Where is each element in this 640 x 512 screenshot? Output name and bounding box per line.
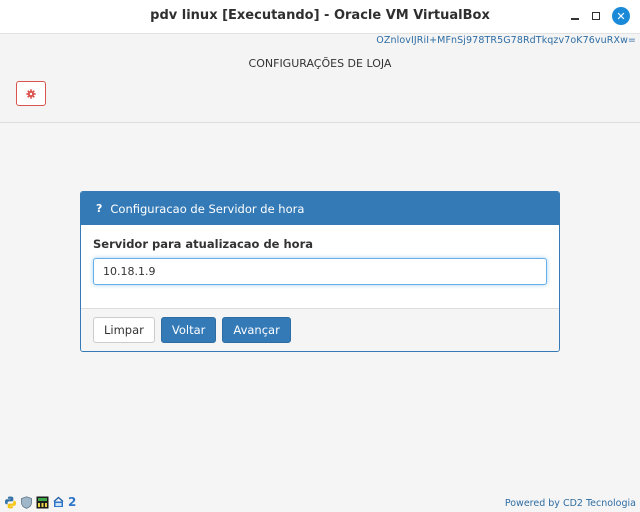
panel-heading: ? Configuracao de Servidor de hora bbox=[81, 192, 559, 225]
app-header: OZnlovIJRiI+MFnSj978TR5G78RdTkqzv7oK76vu… bbox=[0, 34, 640, 123]
question-icon: ? bbox=[96, 202, 103, 215]
status-tray: 2 bbox=[4, 496, 76, 509]
session-token: OZnlovIJRiI+MFnSj978TR5G78RdTkqzv7oK76vu… bbox=[376, 35, 636, 46]
settings-button[interactable] bbox=[16, 81, 46, 106]
network-card-icon[interactable] bbox=[36, 496, 49, 509]
panel-body: Servidor para atualizacao de hora bbox=[81, 225, 559, 308]
gear-icon bbox=[26, 88, 36, 99]
close-icon: ✕ bbox=[616, 9, 626, 23]
minimize-icon bbox=[571, 18, 579, 20]
time-server-panel: ? Configuracao de Servidor de hora Servi… bbox=[80, 191, 560, 352]
panel-footer: Limpar Voltar Avançar bbox=[81, 308, 559, 351]
next-button[interactable]: Avançar bbox=[222, 317, 291, 343]
number-two-icon[interactable]: 2 bbox=[68, 496, 76, 509]
window-titlebar: pdv linux [Executando] - Oracle VM Virtu… bbox=[0, 0, 640, 34]
maximize-icon bbox=[592, 12, 600, 20]
minimize-button[interactable] bbox=[566, 7, 584, 25]
close-button[interactable]: ✕ bbox=[612, 7, 630, 25]
maximize-button[interactable] bbox=[587, 7, 605, 25]
window-title: pdv linux [Executando] - Oracle VM Virtu… bbox=[150, 8, 490, 23]
page-title: CONFIGURAÇÕES DE LOJA bbox=[248, 57, 392, 70]
powered-by-text: Powered by CD2 Tecnologia bbox=[504, 498, 636, 509]
clear-button[interactable]: Limpar bbox=[93, 317, 155, 343]
time-server-input[interactable] bbox=[93, 258, 547, 285]
shield-icon[interactable] bbox=[20, 496, 33, 509]
back-button[interactable]: Voltar bbox=[160, 317, 217, 343]
monitor-icon[interactable] bbox=[52, 496, 65, 509]
python-icon[interactable] bbox=[4, 496, 17, 509]
panel-title: Configuracao de Servidor de hora bbox=[110, 201, 305, 216]
time-server-label: Servidor para atualizacao de hora bbox=[93, 237, 314, 251]
